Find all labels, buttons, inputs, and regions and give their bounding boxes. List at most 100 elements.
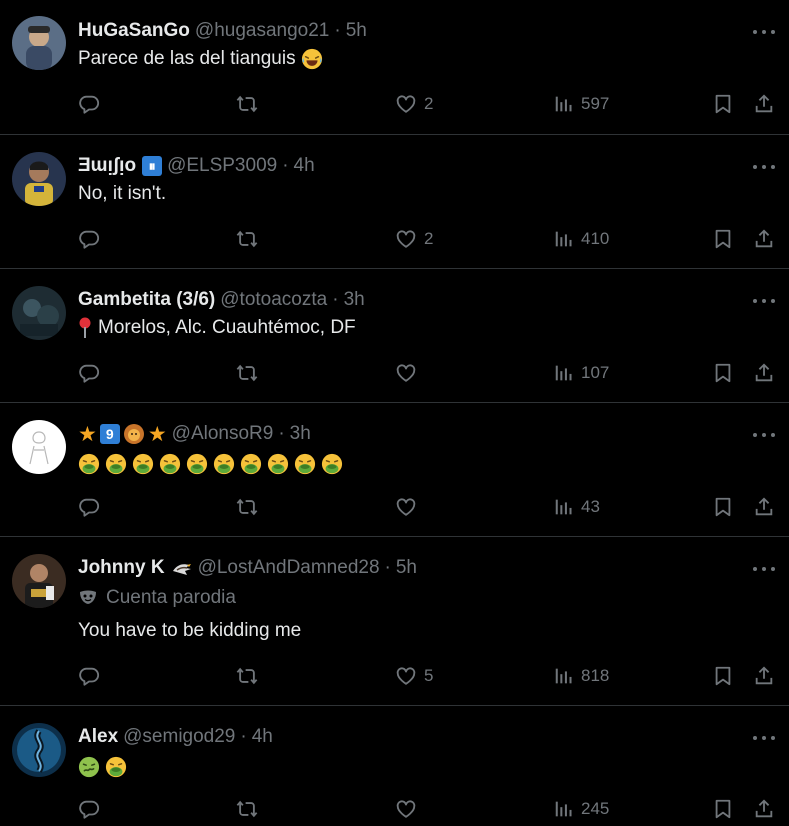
reply-icon — [78, 362, 100, 384]
retweet-button[interactable] — [235, 358, 265, 388]
share-icon — [753, 228, 775, 250]
bookmark-button[interactable] — [712, 224, 734, 254]
bookmark-icon — [712, 496, 734, 518]
reply-button[interactable] — [78, 661, 106, 691]
display-name[interactable]: HuGaSanGo — [78, 20, 190, 42]
like-button[interactable]: 5 — [394, 661, 433, 691]
reply-button[interactable] — [78, 492, 106, 522]
like-button[interactable] — [394, 358, 424, 388]
laughing-tears-emoji — [301, 48, 323, 70]
bookmark-button[interactable] — [712, 661, 734, 691]
tweet[interactable]: Alex @semigod29 · 4h 245 — [0, 706, 789, 826]
timestamp[interactable]: 4h — [294, 155, 315, 177]
views-icon — [553, 228, 575, 250]
reply-icon — [78, 228, 100, 250]
like-button[interactable]: 2 — [394, 89, 433, 119]
avatar[interactable] — [12, 554, 66, 608]
bookmark-button[interactable] — [712, 794, 734, 824]
share-button[interactable] — [753, 794, 775, 824]
more-icon[interactable] — [753, 427, 775, 443]
more-icon[interactable] — [753, 561, 775, 577]
views-button[interactable]: 818 — [553, 661, 609, 691]
views-icon — [553, 496, 575, 518]
tweet[interactable]: Gambetita (3/6) @totoacozta · 3h Morelos… — [0, 269, 789, 403]
tweet[interactable]: Johnny K @LostAndDamned28 · 5h Cuenta pa… — [0, 537, 789, 706]
retweet-button[interactable] — [235, 492, 265, 522]
like-icon — [394, 665, 418, 687]
retweet-icon — [235, 496, 259, 518]
share-icon — [753, 496, 775, 518]
timestamp[interactable]: 3h — [344, 289, 365, 311]
retweet-button[interactable] — [235, 661, 265, 691]
retweet-icon — [235, 798, 259, 820]
reply-button[interactable] — [78, 89, 106, 119]
share-button[interactable] — [753, 89, 775, 119]
pause-badge-icon: ⏸ — [142, 156, 163, 176]
view-count: 245 — [581, 799, 610, 818]
views-button[interactable]: 597 — [553, 89, 609, 119]
display-name[interactable]: 9 — [99, 424, 120, 444]
vomiting-face-emoji — [186, 453, 208, 475]
timestamp[interactable]: 4h — [252, 726, 273, 748]
views-button[interactable]: 107 — [553, 358, 609, 388]
timestamp[interactable]: 3h — [290, 423, 311, 445]
tweet-header: HuGaSanGo @hugasango21 · 5h — [78, 19, 367, 43]
user-handle[interactable]: @totoacozta — [220, 289, 327, 311]
bookmark-button[interactable] — [712, 89, 734, 119]
avatar[interactable] — [12, 16, 66, 70]
tweet[interactable]: ★ 9 ★ @AlonsoR9 · 3h 43 — [0, 403, 789, 537]
like-button[interactable] — [394, 794, 424, 824]
avatar[interactable] — [12, 723, 66, 777]
like-button[interactable]: 2 — [394, 224, 433, 254]
user-handle[interactable]: @hugasango21 — [195, 20, 329, 42]
more-icon[interactable] — [753, 730, 775, 746]
reply-button[interactable] — [78, 794, 106, 824]
separator: · — [334, 20, 341, 41]
display-name[interactable]: Alex — [78, 726, 118, 748]
tweet[interactable]: HuGaSanGo @hugasango21 · 5h Parece de la… — [0, 0, 789, 135]
more-icon[interactable] — [753, 24, 775, 40]
display-name[interactable]: Ǝɯᴉʃᴉo — [78, 155, 136, 177]
vomiting-face-emoji — [132, 453, 154, 475]
share-button[interactable] — [753, 224, 775, 254]
tweet-text: Morelos, Alc. Cuauhtémoc, DF — [78, 317, 356, 339]
tweet[interactable]: Ǝɯᴉʃᴉo ⏸ @ELSP3009 · 4h No, it isn't. 2 … — [0, 135, 789, 269]
views-icon — [553, 798, 575, 820]
retweet-button[interactable] — [235, 89, 265, 119]
retweet-button[interactable] — [235, 224, 265, 254]
reply-button[interactable] — [78, 224, 106, 254]
timestamp[interactable]: 5h — [346, 20, 367, 42]
views-button[interactable]: 43 — [553, 492, 600, 522]
share-button[interactable] — [753, 358, 775, 388]
view-count: 43 — [581, 497, 600, 516]
views-button[interactable]: 245 — [553, 794, 609, 824]
separator: · — [278, 423, 285, 444]
avatar[interactable] — [12, 286, 66, 340]
more-icon[interactable] — [753, 159, 775, 175]
share-button[interactable] — [753, 492, 775, 522]
reply-button[interactable] — [78, 358, 106, 388]
tweet-header: ★ 9 ★ @AlonsoR9 · 3h — [78, 422, 311, 446]
views-button[interactable]: 410 — [553, 224, 609, 254]
timestamp[interactable]: 5h — [396, 557, 417, 579]
display-name[interactable]: Gambetita (3/6) — [78, 289, 215, 311]
retweet-button[interactable] — [235, 794, 265, 824]
user-handle[interactable]: @ELSP3009 — [167, 155, 277, 177]
bookmark-button[interactable] — [712, 358, 734, 388]
bookmark-button[interactable] — [712, 492, 734, 522]
user-handle[interactable]: @AlonsoR9 — [172, 423, 274, 445]
avatar[interactable] — [12, 420, 66, 474]
share-button[interactable] — [753, 661, 775, 691]
user-handle[interactable]: @LostAndDamned28 — [198, 557, 380, 579]
mask-icon — [80, 590, 96, 604]
avatar[interactable] — [12, 152, 66, 206]
like-button[interactable] — [394, 492, 424, 522]
display-name[interactable]: Johnny K — [78, 557, 165, 579]
vomiting-face-emoji — [159, 453, 181, 475]
more-icon[interactable] — [753, 293, 775, 309]
separator: · — [282, 155, 289, 176]
user-handle[interactable]: @semigod29 — [123, 726, 235, 748]
like-icon — [394, 228, 418, 250]
tweet-actions: 2 597 — [0, 89, 789, 119]
tweet-text — [78, 756, 127, 778]
